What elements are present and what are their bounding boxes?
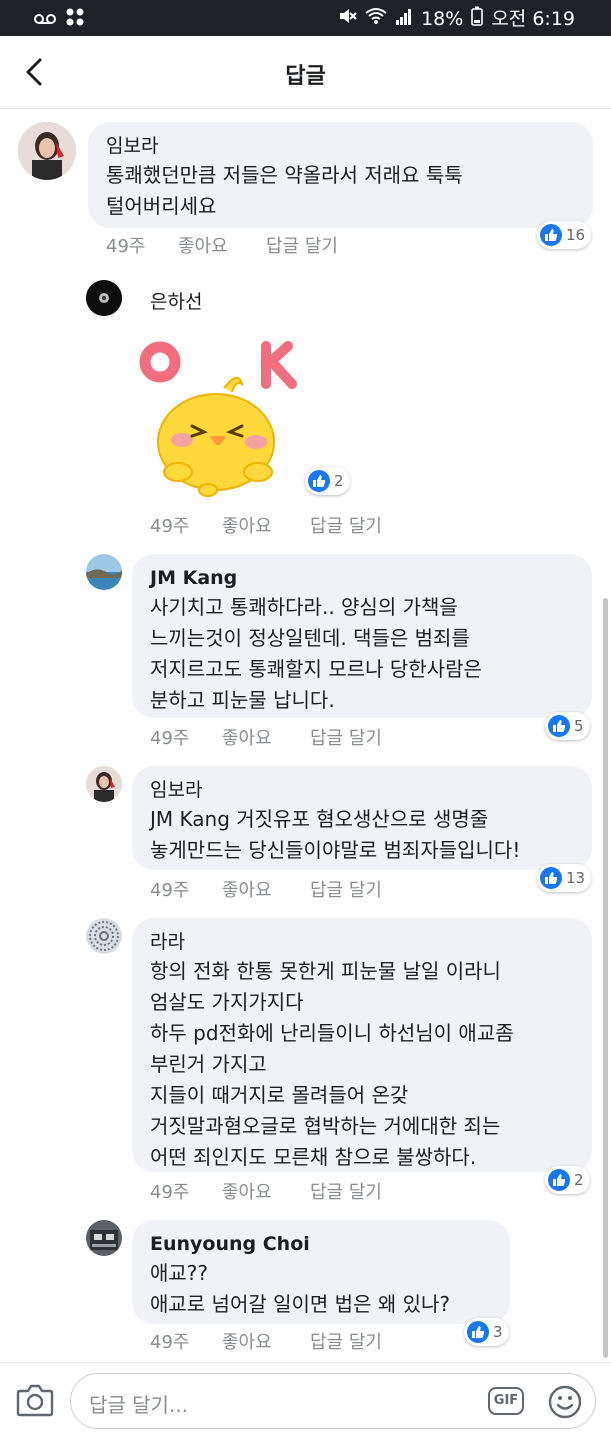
comment-actions: 49주 좋아요 답글 달기 [150, 512, 382, 538]
comment-actions: 49주 좋아요 답글 달기 [150, 876, 382, 902]
comment-author[interactable]: 은하선 [150, 290, 202, 314]
comment-actions: 49주 좋아요 답글 달기 [150, 1178, 382, 1204]
gif-button[interactable]: GIF [488, 1387, 524, 1415]
avatar[interactable] [86, 766, 122, 802]
comment-bubble: 임보라 통쾌했던만큼 저들은 약올라서 저래요 툭툭 털어버리세요 [88, 122, 593, 228]
comment-bubble: Eunyoung Choi 애교?? 애교로 넘어갈 일이면 법은 왜 있나? [132, 1220, 510, 1324]
reply-button[interactable]: 답글 달기 [310, 512, 382, 538]
reply-button[interactable]: 답글 달기 [310, 876, 382, 902]
comment-text: 통쾌했던만큼 저들은 약올라서 저래요 툭툭 털어버리세요 [106, 163, 463, 218]
like-thumb-icon [308, 470, 330, 492]
reply-button[interactable]: 답글 달기 [310, 1178, 382, 1204]
comment-author[interactable]: JM Kang [150, 566, 574, 590]
battery-icon [471, 6, 484, 31]
like-thumb-icon [548, 1169, 570, 1191]
like-button[interactable]: 좋아요 [222, 1178, 310, 1204]
wifi-icon [365, 7, 387, 30]
like-button[interactable]: 좋아요 [178, 232, 266, 258]
reaction-number: 16 [566, 226, 586, 244]
status-time: 오전 6:19 [491, 7, 575, 30]
header: 답글 [0, 36, 611, 109]
comment-actions: 49주 좋아요 답글 달기 [150, 724, 382, 750]
comment-time: 49주 [150, 880, 190, 901]
comment-author[interactable]: 임보라 [150, 778, 574, 802]
avatar[interactable] [86, 554, 122, 590]
status-bar: 18% 오전 6:19 [0, 0, 611, 36]
comment-actions: 49주 좋아요 답글 달기 [150, 1328, 382, 1354]
comment-time: 49주 [106, 236, 146, 257]
reaction-count[interactable]: 13 [537, 864, 592, 892]
reaction-number: 2 [574, 1171, 584, 1189]
reaction-count[interactable]: 2 [305, 467, 350, 495]
like-thumb-icon [548, 715, 570, 737]
comment-author[interactable]: 임보라 [106, 134, 575, 158]
reply-button[interactable]: 답글 달기 [266, 232, 338, 258]
like-thumb-icon [467, 1321, 489, 1343]
comment-text: 사기치고 통쾌하다라.. 양심의 가책을 느끼는것이 정상일텐데. 댁들은 범죄… [150, 595, 482, 712]
reaction-count[interactable]: 5 [545, 712, 590, 740]
avatar[interactable] [86, 918, 122, 954]
comment-author[interactable]: Eunyoung Choi [150, 1232, 492, 1256]
like-button[interactable]: 좋아요 [222, 876, 310, 902]
battery-percent: 18% [421, 7, 464, 30]
emoji-button[interactable] [547, 1384, 583, 1420]
sticker [138, 332, 308, 502]
comment-time: 49주 [150, 728, 190, 749]
comment-text: JM Kang 거짓유포 혐오생산으로 생명줄 놓게만드는 당신들이야말로 범죄… [150, 807, 521, 862]
like-thumb-icon [540, 867, 562, 889]
comment-text: 애교?? 애교로 넘어갈 일이면 법은 왜 있나? [150, 1261, 451, 1316]
comment-actions: 49주 좋아요 답글 달기 [106, 232, 338, 258]
comment-author[interactable]: 라라 [150, 930, 574, 954]
like-thumb-icon [540, 224, 562, 246]
avatar[interactable] [86, 1220, 122, 1256]
camera-icon [16, 1384, 54, 1421]
reaction-count[interactable]: 2 [545, 1166, 590, 1194]
reply-composer: 답글 달기... GIF [0, 1362, 611, 1441]
like-button[interactable]: 좋아요 [222, 512, 310, 538]
reply-button[interactable]: 답글 달기 [310, 724, 382, 750]
like-button[interactable]: 좋아요 [222, 724, 310, 750]
comment-bubble: 라라 항의 전화 한통 못한게 피눈물 날일 이라니 엄살도 가지가지다 하두 … [132, 918, 592, 1172]
reply-input-placeholder: 답글 달기... [89, 1393, 189, 1417]
reply-input[interactable]: 답글 달기... GIF [70, 1373, 596, 1429]
comment-time: 49주 [150, 1182, 190, 1203]
page-title: 답글 [285, 64, 326, 89]
reaction-number: 2 [334, 472, 344, 490]
reply-button[interactable]: 답글 달기 [310, 1328, 382, 1354]
like-button[interactable]: 좋아요 [222, 1328, 310, 1354]
comment-text: 항의 전화 한통 못한게 피눈물 날일 이라니 엄살도 가지가지다 하두 pd전… [150, 959, 514, 1169]
reaction-number: 5 [574, 717, 584, 735]
comment-time: 49주 [150, 516, 190, 537]
avatar[interactable] [86, 280, 122, 316]
scrollbar[interactable] [603, 598, 608, 1358]
comment-time: 49주 [150, 1332, 190, 1353]
dots-icon [66, 8, 84, 31]
mute-icon [337, 6, 357, 31]
reaction-number: 3 [493, 1323, 503, 1341]
reaction-count[interactable]: 3 [464, 1318, 509, 1346]
comment-bubble: 임보라 JM Kang 거짓유포 혐오생산으로 생명줄 놓게만드는 당신들이야말… [132, 766, 592, 870]
reaction-count[interactable]: 16 [537, 221, 592, 249]
comment-bubble: JM Kang 사기치고 통쾌하다라.. 양심의 가책을 느끼는것이 정상일텐데… [132, 554, 592, 718]
emoji-icon [547, 1385, 583, 1424]
voicemail-icon [34, 10, 56, 30]
avatar[interactable] [18, 122, 76, 180]
camera-button[interactable] [16, 1383, 54, 1419]
reaction-number: 13 [566, 869, 586, 887]
signal-icon [395, 7, 413, 30]
